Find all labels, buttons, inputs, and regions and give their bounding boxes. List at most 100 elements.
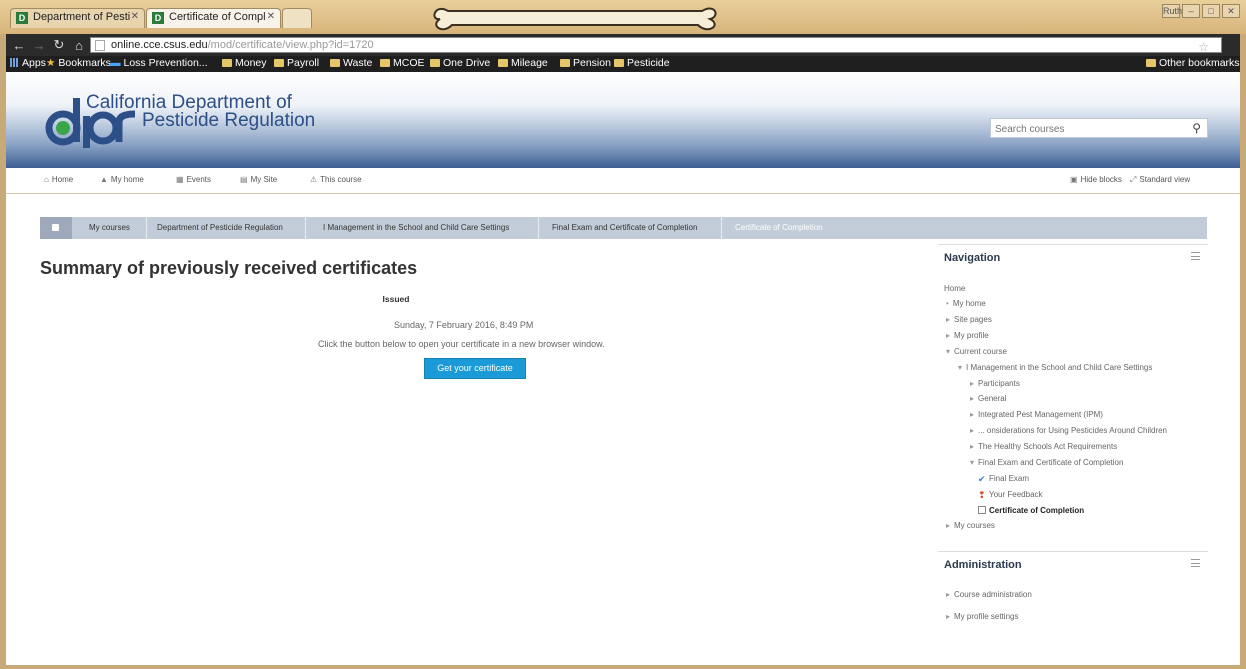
bookmark-waste[interactable]: Waste <box>330 57 372 69</box>
expand-icon: ▸ <box>970 410 975 419</box>
breadcrumb-separator <box>538 217 539 239</box>
block-actions-icon[interactable] <box>1191 559 1200 567</box>
breadcrumb-item[interactable]: Final Exam and Certificate of Completion <box>552 223 697 232</box>
hide-blocks-icon: ▣ <box>1070 175 1078 184</box>
nav-my-profile[interactable]: ▸ My profile <box>946 331 989 340</box>
nav-home[interactable]: Home <box>944 284 965 293</box>
admin-label: Course administration <box>954 590 1032 599</box>
menu-label: This course <box>320 175 362 184</box>
close-window-icon[interactable]: ✕ <box>1222 4 1240 18</box>
administration-title: Administration <box>944 559 1022 571</box>
nav-my-courses[interactable]: ▸ My courses <box>946 521 995 530</box>
breadcrumb-current: Certificate of Completion <box>735 223 823 232</box>
nav-my-home[interactable]: • My home <box>946 299 986 308</box>
bookmark-one-drive[interactable]: One Drive <box>430 57 490 69</box>
minimize-icon[interactable]: – <box>1182 4 1200 18</box>
search-input[interactable] <box>991 120 1171 139</box>
folder-icon <box>380 59 390 67</box>
bookmark-label: One Drive <box>443 57 491 69</box>
breadcrumb-item[interactable]: My courses <box>89 223 130 232</box>
new-tab-button[interactable] <box>282 8 312 28</box>
tab-certificate-of-completion[interactable]: D Certificate of Compl ✕ <box>146 8 281 28</box>
breadcrumb-item[interactable]: I Management in the School and Child Car… <box>323 223 509 232</box>
hide-blocks-link[interactable]: ▣ Hide blocks <box>1070 175 1122 184</box>
folder-icon <box>430 59 440 67</box>
bookmark-money[interactable]: Money <box>222 57 267 69</box>
breadcrumb-separator <box>721 217 722 239</box>
menu-label: My home <box>110 175 144 184</box>
page-icon <box>95 40 105 51</box>
nav-considerations[interactable]: ▸... onsiderations for Using Pesticides … <box>970 426 1167 435</box>
nav-label: Home <box>944 284 966 293</box>
address-bar[interactable]: online.cce.csus.edu/mod/certificate/view… <box>90 37 1222 54</box>
bookmark-bookmarks[interactable]: ★ Bookmarks <box>46 57 111 69</box>
home-icon[interactable]: ⌂ <box>72 38 86 53</box>
toolbar: ← → ↻ ⌂ online.cce.csus.edu/mod/certific… <box>6 34 1240 56</box>
nav-final-exam[interactable]: ✔ Final Exam <box>978 474 1029 484</box>
bookmark-mcoe[interactable]: MCOE <box>380 57 425 69</box>
search-icon[interactable]: ⚲ <box>1192 121 1201 135</box>
nav-participants[interactable]: ▸ Participants <box>970 379 1020 388</box>
nav-site-pages[interactable]: ▸ Site pages <box>946 315 992 324</box>
menu-home[interactable]: ⌂ Home <box>44 175 73 184</box>
expand-icon: • <box>946 299 949 308</box>
admin-profile-settings[interactable]: ▸ My profile settings <box>946 612 1018 621</box>
bookmark-apps[interactable]: Apps <box>10 57 46 69</box>
tab-label: Department of Pesti <box>33 11 131 23</box>
block-actions-icon[interactable] <box>1191 252 1200 260</box>
site-favicon-icon: D <box>152 12 164 24</box>
menu-my-home[interactable]: ▲ My home <box>100 175 144 184</box>
back-icon[interactable]: ← <box>12 38 26 53</box>
expand-icon: ▸ <box>946 612 951 621</box>
bookmark-label: Pension <box>573 57 611 69</box>
nav-general[interactable]: ▸ General <box>970 394 1006 403</box>
quiz-icon: ✔ <box>978 474 986 484</box>
nav-current-course[interactable]: ▾ Current course <box>946 347 1007 356</box>
bookmark-payroll[interactable]: Payroll <box>274 57 319 69</box>
breadcrumb-item[interactable]: Department of Pesticide Regulation <box>157 223 283 232</box>
bookmark-mileage[interactable]: Mileage <box>498 57 548 69</box>
home-icon: ⌂ <box>44 175 49 184</box>
collapse-icon: ▾ <box>970 458 975 467</box>
bookmark-label: Loss Prevention... <box>123 57 208 69</box>
nav-final-exam-section[interactable]: ▾ Final Exam and Certificate of Completio… <box>970 458 1123 467</box>
bookmark-other[interactable]: Other bookmarks <box>1146 57 1240 69</box>
get-certificate-button[interactable]: Get your certificate <box>424 358 526 379</box>
nav-label: Final Exam and Certificate of Completion <box>978 458 1124 467</box>
bookmark-star-icon[interactable]: ☆ <box>1198 40 1209 54</box>
folder-icon <box>1146 59 1156 67</box>
bookmark-pesticide[interactable]: Pesticide <box>614 57 670 69</box>
nav-healthy-schools[interactable]: ▸ The Healthy Schools Act Requirements <box>970 442 1117 451</box>
expand-icon: ▸ <box>970 426 975 435</box>
expand-icon: ▸ <box>970 442 975 451</box>
profile-button[interactable]: Ruth <box>1162 4 1182 18</box>
feedback-icon: ❢ <box>978 490 986 500</box>
tab-department-of-pesticide[interactable]: D Department of Pesti ✕ <box>10 8 145 28</box>
menu-events[interactable]: ▦ Events <box>176 175 211 184</box>
standard-view-link[interactable]: ⤢ Standard view <box>1130 175 1190 185</box>
nav-feedback[interactable]: ❢ Your Feedback <box>978 490 1043 500</box>
site-header: dpr California Department of Pesticide R… <box>6 72 1240 168</box>
bookmark-pension[interactable]: Pension <box>560 57 611 69</box>
nav-label: General <box>978 394 1007 403</box>
menu-my-site[interactable]: ▤ My Site <box>240 175 277 184</box>
reload-icon[interactable]: ↻ <box>52 37 66 53</box>
bookmark-label: Mileage <box>511 57 548 69</box>
course-search: ⚲ <box>990 118 1208 139</box>
admin-course-administration[interactable]: ▸ Course administration <box>946 590 1032 599</box>
forward-icon[interactable]: → <box>32 38 46 53</box>
nav-label: Participants <box>978 379 1020 388</box>
maximize-icon[interactable]: □ <box>1202 4 1220 18</box>
tab-close-icon[interactable]: ✕ <box>267 11 275 22</box>
nav-ipm[interactable]: ▸ Integrated Pest Management (IPM) <box>970 410 1103 419</box>
bookmark-loss-prevention[interactable]: ▬ Loss Prevention... <box>110 57 208 69</box>
menu-this-course[interactable]: ⚠ This course <box>310 175 362 184</box>
tab-close-icon[interactable]: ✕ <box>131 11 139 22</box>
bookmark-label: Waste <box>343 57 373 69</box>
certificate-icon <box>978 506 986 514</box>
breadcrumb-home[interactable] <box>40 217 72 239</box>
nav-label: Current course <box>954 347 1007 356</box>
url-path: /mod/certificate/view.php?id=1720 <box>207 39 374 51</box>
nav-course[interactable]: ▾ I Management in the School and Child Ca… <box>958 363 1152 372</box>
nav-certificate[interactable]: Certificate of Completion <box>978 506 1084 515</box>
